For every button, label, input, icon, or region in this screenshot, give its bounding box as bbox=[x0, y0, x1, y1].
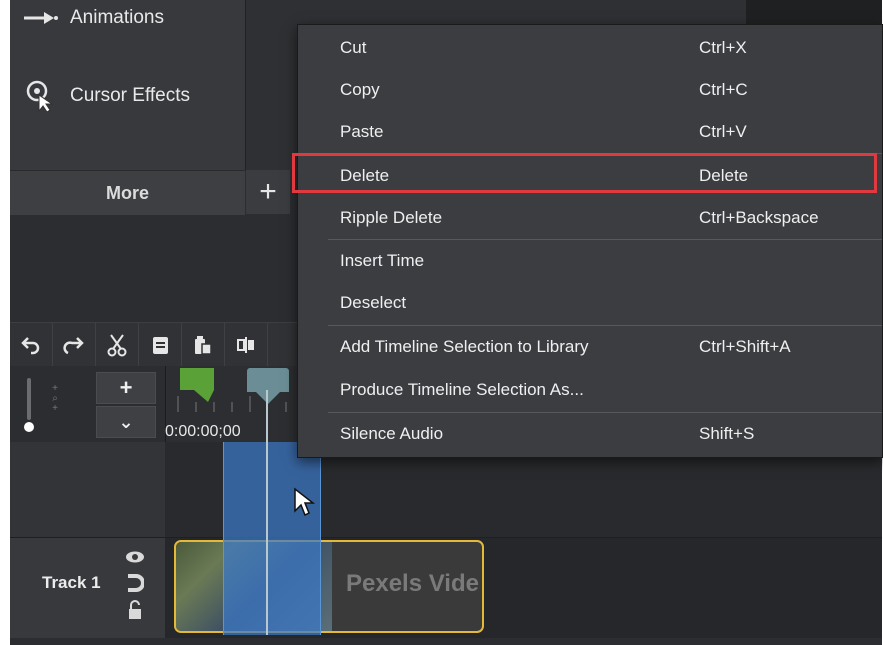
menu-shortcut: Ctrl+V bbox=[699, 122, 747, 141]
plus-icon: + bbox=[259, 175, 277, 208]
timeline-selection[interactable] bbox=[223, 442, 321, 635]
paste-button[interactable] bbox=[182, 323, 225, 367]
timecode: 0:00:00;00 bbox=[165, 423, 241, 440]
chevron-down-icon: ⌄ bbox=[118, 411, 134, 432]
zoom-in-button[interactable]: + bbox=[96, 372, 156, 404]
menu-shortcut: Ctrl+C bbox=[699, 80, 748, 99]
zoom-controls: + ⌕ + + ⌄ bbox=[10, 366, 165, 442]
menu-item-deselect[interactable]: Deselect bbox=[298, 282, 882, 324]
playhead-line bbox=[266, 390, 268, 635]
menu-item-insert-time[interactable]: Insert Time bbox=[298, 240, 882, 282]
menu-item-silence-audio[interactable]: Silence Audio Shift+S bbox=[298, 413, 882, 455]
menu-label: Silence Audio bbox=[340, 424, 444, 443]
menu-shortcut: Ctrl+Shift+A bbox=[699, 337, 791, 356]
tool-label: Cursor Effects bbox=[70, 85, 191, 106]
track-label: Track 1 bbox=[42, 573, 101, 592]
add-button[interactable]: + bbox=[246, 170, 290, 214]
animations-icon bbox=[10, 11, 70, 25]
menu-item-ripple-delete[interactable]: Ripple Delete Ctrl+Backspace bbox=[298, 197, 882, 239]
tool-animations[interactable]: Animations bbox=[10, 0, 245, 38]
zoom-icon: + ⌕ + bbox=[52, 383, 58, 414]
menu-label: Insert Time bbox=[340, 251, 425, 270]
menu-shortcut: Shift+S bbox=[699, 424, 755, 443]
marker-handle[interactable] bbox=[180, 368, 214, 402]
undo-icon bbox=[21, 337, 40, 355]
zoom-slider[interactable] bbox=[24, 378, 34, 432]
scissors-icon bbox=[107, 334, 127, 357]
tools-panel: Animations Cursor Effects bbox=[10, 0, 246, 170]
menu-item-cut[interactable]: Cut Ctrl+X bbox=[298, 27, 882, 69]
cursor-effects-icon bbox=[10, 79, 70, 113]
lock-icon[interactable] bbox=[127, 600, 143, 625]
eye-icon[interactable] bbox=[125, 550, 145, 569]
more-button[interactable]: More bbox=[10, 170, 245, 215]
menu-label: Copy bbox=[340, 80, 380, 99]
media-clip[interactable]: Pexels Vide bbox=[174, 540, 484, 633]
tool-cursor-effects[interactable]: Cursor Effects bbox=[10, 76, 245, 116]
copy-button[interactable] bbox=[139, 323, 182, 367]
cut-button[interactable] bbox=[96, 323, 139, 367]
playhead-handle[interactable] bbox=[247, 368, 289, 404]
menu-item-add-to-library[interactable]: Add Timeline Selection to Library Ctrl+S… bbox=[298, 326, 882, 368]
tool-label: Animations bbox=[70, 7, 164, 28]
split-button[interactable] bbox=[225, 323, 268, 367]
menu-item-paste[interactable]: Paste Ctrl+V bbox=[298, 111, 882, 153]
menu-label: Paste bbox=[340, 122, 384, 141]
copy-icon bbox=[153, 337, 168, 354]
clip-label: Pexels Vide bbox=[346, 570, 479, 597]
undo-button[interactable] bbox=[10, 323, 53, 367]
menu-item-produce-selection[interactable]: Produce Timeline Selection As... bbox=[298, 369, 882, 411]
delete-highlight-box bbox=[292, 153, 877, 193]
context-menu: Cut Ctrl+X Copy Ctrl+C Paste Ctrl+V Dele… bbox=[297, 24, 883, 458]
zoom-out-button[interactable]: ⌄ bbox=[96, 406, 156, 438]
menu-item-copy[interactable]: Copy Ctrl+C bbox=[298, 69, 882, 111]
mouse-cursor-icon bbox=[293, 487, 316, 522]
paste-icon bbox=[195, 336, 212, 355]
magnet-icon[interactable] bbox=[126, 574, 145, 597]
redo-icon bbox=[63, 337, 84, 355]
track-header-empty bbox=[10, 442, 165, 537]
split-icon bbox=[237, 337, 254, 353]
menu-label: Deselect bbox=[340, 293, 407, 312]
redo-button[interactable] bbox=[53, 323, 96, 367]
menu-shortcut: Ctrl+X bbox=[699, 38, 747, 57]
menu-label: Ripple Delete bbox=[340, 208, 443, 227]
menu-label: Add Timeline Selection to Library bbox=[340, 337, 589, 356]
menu-label: Produce Timeline Selection As... bbox=[340, 380, 584, 399]
menu-shortcut: Ctrl+Backspace bbox=[699, 208, 819, 227]
plus-icon: + bbox=[119, 375, 133, 400]
menu-label: Cut bbox=[340, 38, 367, 57]
more-label: More bbox=[105, 182, 149, 203]
